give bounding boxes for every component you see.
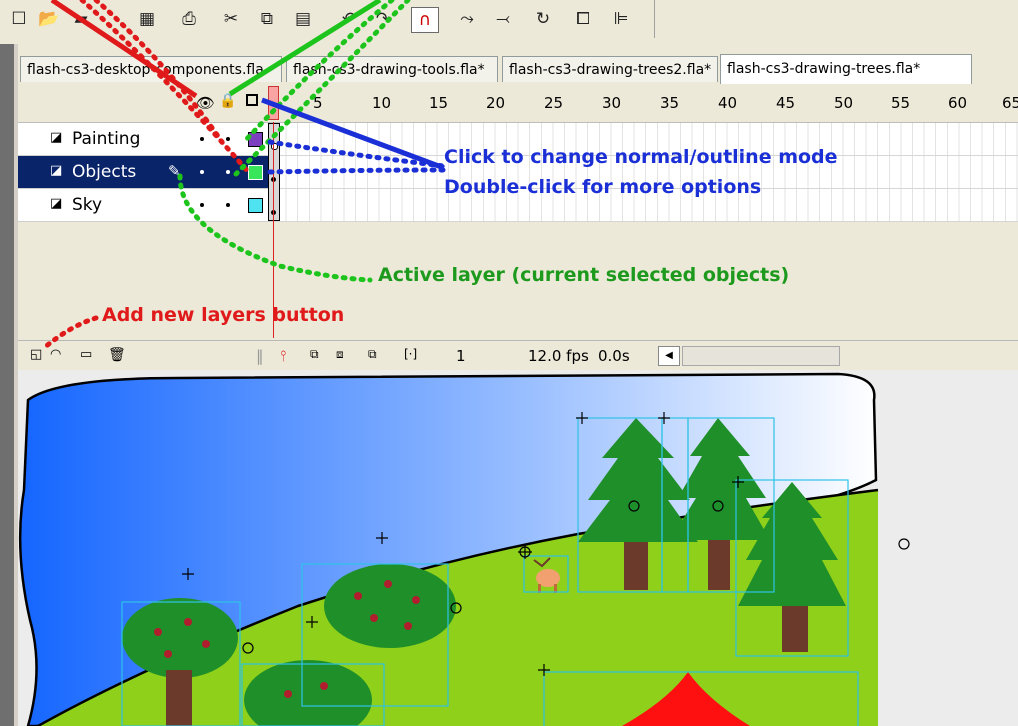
- annotation-more-options: Double-click for more options: [444, 176, 762, 198]
- annotation-arrows: [41, 0, 447, 351]
- red-arrow-solid: [50, 0, 198, 99]
- blue-arrow-dotted: [267, 139, 447, 169]
- green-arrow-dotted: [233, 0, 411, 177]
- red-arrow-dotted: [79, 0, 253, 177]
- blue-arrow-dotted: [267, 167, 447, 175]
- annotation-outline-mode: Click to change normal/outline mode: [444, 146, 838, 168]
- annotation-active-layer: Active layer (current selected objects): [378, 264, 790, 286]
- annotation-add-layer: Add new layers button: [102, 304, 345, 326]
- blue-arrow-solid: [261, 97, 445, 171]
- green-arrow-active-layer: [177, 173, 373, 283]
- red-arrow-add-layer: [41, 315, 99, 351]
